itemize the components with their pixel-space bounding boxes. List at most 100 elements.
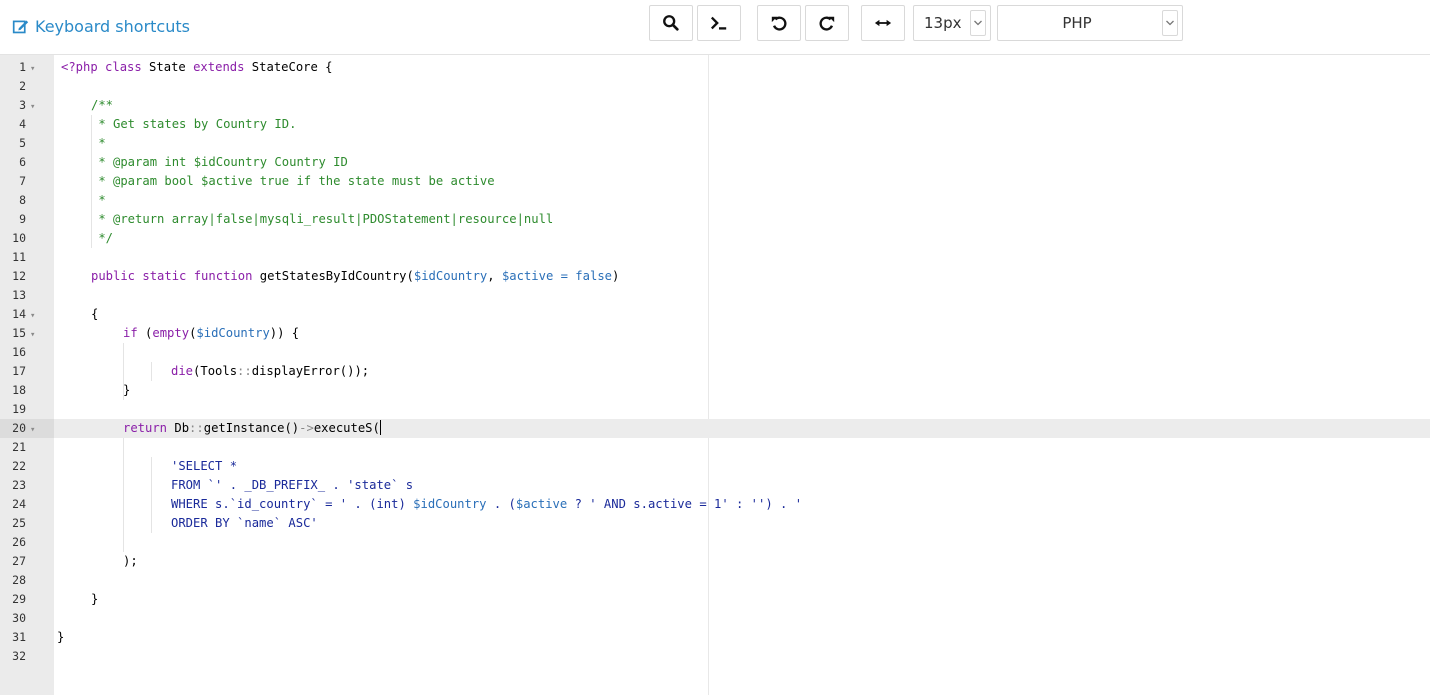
code-text: FROM `' . _DB_PREFIX_ . 'state` s	[171, 476, 413, 495]
code-token: ? ' AND s.active = 1' : '') . '	[567, 497, 803, 511]
line-number: 15 ▾	[0, 324, 54, 343]
code-text: );	[123, 552, 138, 571]
code-token: return	[123, 421, 168, 435]
code-line[interactable]: 2	[0, 77, 1430, 96]
text-cursor	[379, 420, 381, 435]
code-text: public static function getStatesByIdCoun…	[91, 267, 619, 286]
code-line[interactable]: 21	[0, 438, 1430, 457]
code-line[interactable]: 5 *	[0, 134, 1430, 153]
edit-icon	[12, 20, 29, 33]
code-line[interactable]: 32	[0, 647, 1430, 666]
indent-guide	[151, 476, 152, 495]
redo-icon	[819, 16, 835, 31]
line-number: 9	[19, 212, 26, 226]
code-line[interactable]: 3 ▾ /**	[0, 96, 1430, 115]
code-token: getInstance()	[203, 421, 300, 435]
indent-guide	[151, 514, 152, 533]
code-token: class	[105, 60, 142, 74]
undo-button[interactable]	[757, 5, 801, 41]
line-number: 17	[12, 364, 26, 378]
language-select[interactable]: PHP	[997, 5, 1183, 41]
code-line[interactable]: 9 * @return array|false|mysqli_result|PD…	[0, 210, 1430, 229]
code-token: * @param bool $active true if the state …	[91, 174, 495, 188]
code-line[interactable]: 24 WHERE s.`id_country` = ' . (int) $idCo…	[0, 495, 1430, 514]
keyboard-shortcuts-link[interactable]: Keyboard shortcuts	[12, 15, 190, 37]
code-line[interactable]: 25 ORDER BY `name` ASC'	[0, 514, 1430, 533]
undo-icon	[771, 16, 787, 31]
code-line[interactable]: 18}	[0, 381, 1430, 400]
code-token: ::	[237, 364, 252, 378]
code-line[interactable]: 29}	[0, 590, 1430, 609]
code-editor[interactable]: 1 ▾ <?php class State extends StateCore { 2…	[0, 55, 1430, 695]
code-text: * @return array|false|mysqli_result|PDOS…	[91, 210, 553, 229]
font-size-value: 13px	[924, 14, 962, 32]
indent-guide	[123, 533, 124, 552]
code-line[interactable]: 15 ▾ if (empty($idCountry)) {	[0, 324, 1430, 343]
code-token: $idCountry	[413, 497, 487, 511]
code-text: * @param int $idCountry Country ID	[91, 153, 348, 172]
code-text: * Get states by Country ID.	[91, 115, 296, 134]
code-line[interactable]: 30	[0, 609, 1430, 628]
code-text: *	[91, 134, 106, 153]
code-line[interactable]: 20 ▾ return Db::getInstance()->executeS(	[0, 419, 1430, 438]
code-line[interactable]: 23 FROM `' . _DB_PREFIX_ . 'state` s	[0, 476, 1430, 495]
indent-guide	[123, 476, 124, 495]
line-number: 20 ▾	[0, 419, 54, 438]
code-token: extends	[193, 60, 245, 74]
line-number: 28	[12, 573, 26, 587]
line-number: 27	[12, 554, 26, 568]
redo-button[interactable]	[805, 5, 849, 41]
code-line[interactable]: 12 public static function getStatesByIdCo…	[0, 267, 1430, 286]
line-number: 2	[19, 79, 26, 93]
code-line[interactable]: 8 *	[0, 191, 1430, 210]
code-token: );	[123, 554, 138, 568]
code-line[interactable]: 31}	[0, 628, 1430, 647]
code-token: * @param int $idCountry Country ID	[91, 155, 348, 169]
code-token: empty	[152, 326, 190, 340]
wrap-toggle-button[interactable]	[861, 5, 905, 41]
code-token: )	[612, 269, 620, 283]
code-token: (	[137, 326, 153, 340]
code-text: <?php class State extends StateCore {	[61, 58, 333, 77]
code-line[interactable]: 7 * @param bool $active true if the stat…	[0, 172, 1430, 191]
code-line[interactable]: 10 */	[0, 229, 1430, 248]
code-line[interactable]: 11	[0, 248, 1430, 267]
font-size-select[interactable]: 13px	[913, 5, 991, 41]
code-line[interactable]: 27);	[0, 552, 1430, 571]
line-number: 13	[12, 288, 26, 302]
code-token: }	[57, 630, 65, 644]
code-line[interactable]: 1 ▾ <?php class State extends StateCore {	[0, 58, 1430, 77]
chevron-down-icon	[970, 10, 986, 36]
line-number: 30	[12, 611, 26, 625]
line-number: 31	[12, 630, 26, 644]
command-palette-button[interactable]	[697, 5, 741, 41]
code-token: *	[91, 193, 106, 207]
code-line[interactable]: 22 'SELECT *	[0, 457, 1430, 476]
code-line[interactable]: 14 ▾ {	[0, 305, 1430, 324]
line-number: 4	[19, 117, 26, 131]
code-token: getStatesByIdCountry(	[252, 269, 414, 283]
code-line[interactable]: 16	[0, 343, 1430, 362]
code-text: {	[91, 305, 98, 324]
code-token: die	[171, 364, 194, 378]
indent-guide	[151, 362, 152, 381]
code-token: displayError());	[251, 364, 370, 378]
code-token: *	[91, 136, 106, 150]
code-line[interactable]: 17 die(Tools::displayError());	[0, 362, 1430, 381]
line-number: 21	[12, 440, 26, 454]
code-line[interactable]: 19	[0, 400, 1430, 419]
line-number: 12	[12, 269, 26, 283]
code-line[interactable]: 26	[0, 533, 1430, 552]
code-line[interactable]: 6 * @param int $idCountry Country ID	[0, 153, 1430, 172]
code-text: WHERE s.`id_country` = ' . (int) $idCoun…	[171, 495, 802, 514]
code-line[interactable]: 28	[0, 571, 1430, 590]
code-line[interactable]: 4 * Get states by Country ID.	[0, 115, 1430, 134]
line-number: 14 ▾	[0, 305, 54, 324]
line-number: 8	[19, 193, 26, 207]
code-line[interactable]: 13	[0, 286, 1430, 305]
line-number: 24	[12, 497, 26, 511]
code-token: StateCore {	[244, 60, 333, 74]
code-token: $idCountry	[413, 269, 488, 283]
code-token: $active = false	[501, 269, 612, 283]
search-button[interactable]	[649, 5, 693, 41]
